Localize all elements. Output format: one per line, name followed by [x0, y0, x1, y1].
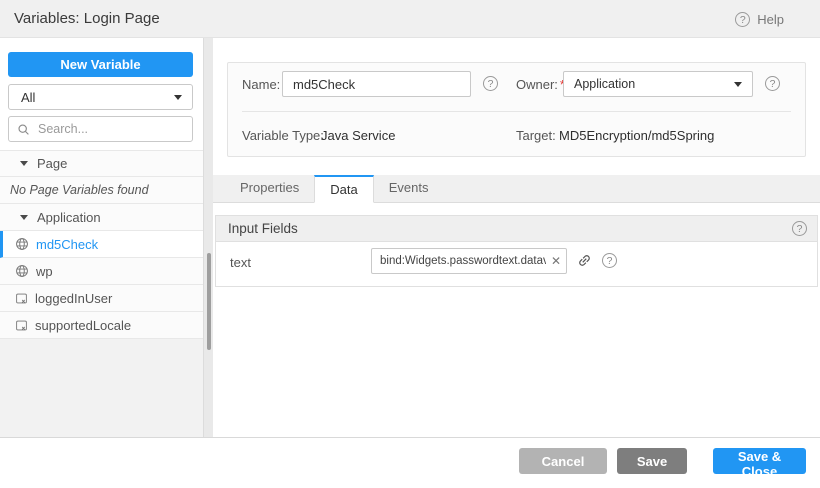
chevron-down-icon: [174, 95, 182, 100]
question-circle-icon: ?: [735, 12, 750, 27]
tree-item-loggedinuser[interactable]: loggedInUser: [0, 285, 203, 312]
input-fields-title: Input Fields: [228, 221, 298, 236]
tree-item-label: supportedLocale: [35, 318, 131, 333]
tree-item-md5check[interactable]: md5Check: [0, 231, 203, 258]
help-button[interactable]: ? Help: [735, 0, 784, 38]
bind-expression-value: bind:Widgets.passwordtext.datavalue: [372, 255, 546, 267]
static-variable-icon: [15, 319, 28, 332]
group-label: Page: [37, 156, 67, 171]
target-value: MD5Encryption/md5Spring: [559, 128, 714, 143]
owner-dropdown[interactable]: Application: [563, 71, 753, 97]
save-and-close-button[interactable]: Save & Close: [713, 448, 806, 474]
tree-group-application[interactable]: Application: [0, 204, 203, 231]
help-label: Help: [757, 12, 784, 27]
detail-tab-bar: Properties Data Events: [213, 175, 820, 203]
variable-summary-box: Name:* ? Owner:* Application ? Variable …: [227, 62, 806, 157]
tree-group-page[interactable]: Page: [0, 150, 203, 177]
scrollbar-thumb[interactable]: [207, 253, 211, 350]
variable-type-value: Java Service: [321, 128, 395, 143]
variable-tree: Page No Page Variables found Application…: [0, 150, 203, 339]
input-fields-panel: Input Fields ? text bind:Widgets.passwor…: [215, 215, 818, 287]
tab-data[interactable]: Data: [314, 175, 373, 203]
variable-detail-pane: Name:* ? Owner:* Application ? Variable …: [213, 38, 820, 437]
form-divider: [242, 111, 791, 112]
owner-help-icon[interactable]: ?: [765, 76, 780, 91]
bind-expression-input[interactable]: bind:Widgets.passwordtext.datavalue ✕: [371, 248, 567, 274]
input-fields-row: text bind:Widgets.passwordtext.datavalue…: [216, 242, 817, 286]
tab-properties[interactable]: Properties: [225, 174, 314, 202]
cancel-button[interactable]: Cancel: [519, 448, 607, 474]
tree-item-label: md5Check: [36, 237, 98, 252]
tree-item-label: loggedInUser: [35, 291, 112, 306]
service-globe-icon: [15, 264, 29, 278]
tree-item-label: wp: [36, 264, 53, 279]
new-variable-button[interactable]: New Variable: [8, 52, 193, 77]
page-title: Variables: Login Page: [14, 0, 160, 38]
name-label: Name:*: [242, 77, 287, 92]
clear-binding-icon[interactable]: ✕: [546, 249, 566, 273]
search-icon: [17, 123, 30, 136]
group-label: Application: [37, 210, 101, 225]
sidebar-empty-area: [0, 339, 203, 437]
footer-divider: [0, 437, 820, 438]
dialog-header: Variables: Login Page ? Help: [0, 0, 820, 38]
page-empty-message: No Page Variables found: [0, 177, 203, 204]
name-input[interactable]: [282, 71, 471, 97]
input-fields-header: Input Fields ?: [216, 216, 817, 242]
variables-sidebar: New Variable All Page No Page Variables …: [0, 38, 203, 437]
tab-events[interactable]: Events: [374, 174, 444, 202]
sidebar-main-divider: [203, 38, 213, 437]
variable-filter-dropdown[interactable]: All: [8, 84, 193, 110]
save-button[interactable]: Save: [617, 448, 687, 474]
filter-selected-value: All: [21, 90, 35, 105]
input-fields-help-icon[interactable]: ?: [792, 221, 807, 236]
bind-link-icon[interactable]: [577, 253, 592, 268]
name-help-icon[interactable]: ?: [483, 76, 498, 91]
target-label: Target:: [516, 128, 556, 143]
owner-label: Owner:*: [516, 77, 565, 92]
variable-type-label: Variable Type:: [242, 128, 324, 143]
service-globe-icon: [15, 237, 29, 251]
field-name-label: text: [230, 255, 251, 270]
tree-item-supportedlocale[interactable]: supportedLocale: [0, 312, 203, 339]
collapse-arrow-icon: [20, 215, 28, 220]
field-help-icon[interactable]: ?: [602, 253, 617, 268]
owner-selected-value: Application: [574, 77, 635, 91]
static-variable-icon: [15, 292, 28, 305]
chevron-down-icon: [734, 82, 742, 87]
variable-search: [8, 116, 193, 142]
tree-item-wp[interactable]: wp: [0, 258, 203, 285]
collapse-arrow-icon: [20, 161, 28, 166]
search-input[interactable]: [36, 121, 192, 137]
